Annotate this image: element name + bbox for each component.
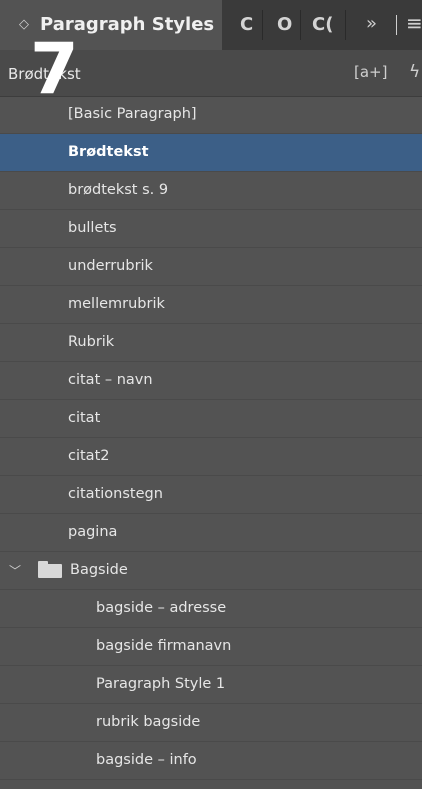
- style-label: pagina: [68, 524, 118, 540]
- style-row-bullets[interactable]: bullets: [0, 210, 422, 248]
- tab-divider: [345, 10, 346, 40]
- style-label: bullets: [68, 220, 117, 236]
- style-label: bagside – adresse: [96, 600, 227, 616]
- style-label: bagside – info: [96, 752, 197, 768]
- style-row-bagside-firmanavn[interactable]: bagside firmanavn: [0, 628, 422, 666]
- style-row-citationstegn[interactable]: citationstegn: [0, 476, 422, 514]
- paragraph-styles-panel: ◇ Paragraph Styles C O C( » ≡ Brødtekst …: [0, 0, 427, 789]
- folder-icon: [38, 561, 62, 578]
- lightning-icon[interactable]: ϟ: [409, 62, 420, 82]
- style-label: underrubrik: [68, 258, 153, 274]
- style-label: bagside firmanavn: [96, 638, 232, 654]
- tab-divider: [262, 10, 263, 40]
- collapse-arrows-icon[interactable]: ◇: [19, 17, 29, 32]
- style-label: citationstegn: [68, 486, 163, 502]
- style-row-citat[interactable]: citat: [0, 400, 422, 438]
- menu-divider: [396, 15, 397, 35]
- style-row-pagina[interactable]: pagina: [0, 514, 422, 552]
- style-label: rubrik bagside: [96, 714, 201, 730]
- overflow-tabs-icon[interactable]: »: [366, 13, 377, 34]
- style-row-citat-navn[interactable]: citat – navn: [0, 362, 422, 400]
- style-label: Paragraph Style 1: [96, 676, 226, 692]
- tab-divider: [300, 10, 301, 40]
- chevron-down-icon[interactable]: ﹀: [9, 562, 21, 579]
- style-label: [Basic Paragraph]: [68, 106, 197, 122]
- style-list: [Basic Paragraph] Brødtekst brødtekst s.…: [0, 96, 422, 780]
- style-row-paragraph-style-1[interactable]: Paragraph Style 1: [0, 666, 422, 704]
- style-label: citat2: [68, 448, 110, 464]
- style-label: Brødtekst: [68, 144, 149, 160]
- style-row-underrubrik[interactable]: underrubrik: [0, 248, 422, 286]
- style-group-label: Bagside: [70, 562, 128, 578]
- panel-menu-icon[interactable]: ≡: [406, 11, 423, 35]
- panel-right-edge: [422, 0, 427, 789]
- step-number-badge: 7: [30, 28, 79, 110]
- style-label: citat – navn: [68, 372, 153, 388]
- tab-character-styles[interactable]: C: [240, 14, 253, 35]
- new-style-icon[interactable]: [a+]: [354, 63, 387, 81]
- style-row-bagside-adresse[interactable]: bagside – adresse: [0, 590, 422, 628]
- style-row-brodtekst[interactable]: Brødtekst: [0, 134, 422, 172]
- style-label: Rubrik: [68, 334, 115, 350]
- style-row-mellemrubrik[interactable]: mellemrubrik: [0, 286, 422, 324]
- style-row-rubrik[interactable]: Rubrik: [0, 324, 422, 362]
- style-row-brodtekst-s9[interactable]: brødtekst s. 9: [0, 172, 422, 210]
- tab-cell-styles[interactable]: C(: [312, 14, 333, 35]
- tab-object-styles[interactable]: O: [277, 14, 292, 35]
- style-group-bagside[interactable]: ﹀ Bagside: [0, 552, 422, 590]
- style-row-rubrik-bagside[interactable]: rubrik bagside: [0, 704, 422, 742]
- style-row-bagside-info[interactable]: bagside – info: [0, 742, 422, 780]
- style-label: brødtekst s. 9: [68, 182, 169, 198]
- style-label: mellemrubrik: [68, 296, 165, 312]
- style-row-citat2[interactable]: citat2: [0, 438, 422, 476]
- style-row-basic-paragraph[interactable]: [Basic Paragraph]: [0, 96, 422, 134]
- style-label: citat: [68, 410, 101, 426]
